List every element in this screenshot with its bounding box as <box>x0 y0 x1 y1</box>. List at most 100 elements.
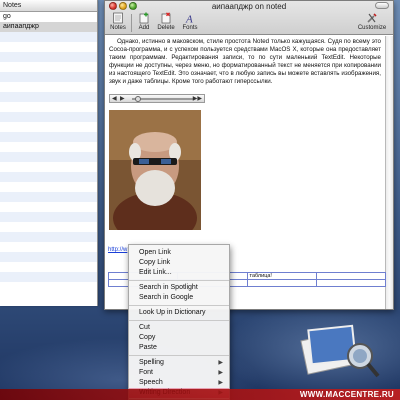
context-menu-item-edit-link[interactable]: Edit Link... <box>129 268 229 278</box>
fonts-button[interactable]: A Fonts <box>179 12 201 32</box>
notes-list-header[interactable]: Notes <box>0 0 97 12</box>
notes-list-empty-row <box>0 62 97 72</box>
context-menu-item-copy-link[interactable]: Copy Link <box>129 258 229 268</box>
embedded-photo[interactable] <box>109 110 201 230</box>
note-body-text[interactable]: Однако, истинно в маковском, стиле прост… <box>109 38 381 86</box>
notes-list-empty-row <box>0 132 97 142</box>
context-menu-item-speech[interactable]: Speech ▶ <box>129 378 229 388</box>
notes-list-empty-row <box>0 142 97 152</box>
context-menu-item-look-up-in-dictionary[interactable]: Look Up in Dictionary <box>129 308 229 318</box>
svg-text:A: A <box>185 14 193 25</box>
customize-icon <box>367 13 377 23</box>
notes-list-empty-row <box>0 192 97 202</box>
notes-list-empty-row <box>0 222 97 232</box>
notes-list-empty-row <box>0 242 97 252</box>
audio-progress-track[interactable] <box>132 96 194 102</box>
add-button[interactable]: Add <box>133 12 155 31</box>
fonts-icon: A <box>185 14 193 25</box>
notes-list-empty-row <box>0 52 97 62</box>
delete-icon <box>161 12 171 24</box>
menu-separator <box>129 355 229 356</box>
context-menu-item-open-link[interactable]: Open Link <box>129 248 229 258</box>
menu-separator <box>129 280 229 281</box>
fast-forward-icon[interactable]: ▶▶ <box>193 96 202 102</box>
delete-button[interactable]: Delete <box>155 12 177 31</box>
window-title: аипаапджр on noted <box>211 2 287 11</box>
submenu-arrow-icon: ▶ <box>218 380 223 386</box>
notes-list-item[interactable]: аипаапджр <box>0 22 97 32</box>
notes-list-empty-row <box>0 232 97 242</box>
context-menu-item-label: Copy <box>139 334 156 341</box>
notes-list-empty-row <box>0 202 97 212</box>
notes-list-empty-row <box>0 272 97 282</box>
context-menu-item-label: Search in Google <box>139 294 194 301</box>
context-menu-item-label: Open Link <box>139 249 171 256</box>
context-menu-item-label: Font <box>139 369 154 376</box>
notes-list-empty-row <box>0 82 97 92</box>
context-menu[interactable]: Open Link Copy Link Edit Link... Search in … <box>128 244 230 400</box>
audio-progress-thumb[interactable] <box>135 96 142 102</box>
context-menu-item-label: Search in Spotlight <box>139 284 198 291</box>
menu-separator <box>129 305 229 306</box>
notes-list-empty-row <box>0 102 97 112</box>
notes-list-empty-row <box>0 252 97 262</box>
notes-list-empty-row <box>0 42 97 52</box>
audio-player[interactable]: ◀ ▶ ▶▶ <box>109 94 205 103</box>
submenu-arrow-icon: ▶ <box>218 370 223 376</box>
portrait-image <box>109 110 201 230</box>
notes-list-empty-row <box>0 172 97 182</box>
notes-button-label: Notes <box>110 25 126 31</box>
table-cell[interactable]: таблица! <box>246 272 317 280</box>
add-icon <box>139 12 149 24</box>
notes-list-empty-row <box>0 212 97 222</box>
notes-list-empty-row <box>0 262 97 272</box>
title-bar[interactable]: аипаапджр on noted <box>105 1 393 12</box>
context-menu-item-label: Spelling <box>139 359 164 366</box>
add-button-label: Add <box>138 25 150 31</box>
context-menu-item-spelling[interactable]: Spelling ▶ <box>129 358 229 368</box>
context-menu-item-label: Cut <box>139 324 150 331</box>
notes-list-item[interactable]: go <box>0 12 97 22</box>
notes-list-empty-row <box>0 112 97 122</box>
notes-list-empty-row <box>0 32 97 42</box>
preview-icon[interactable] <box>298 318 380 378</box>
context-menu-item-label: Look Up in Dictionary <box>139 309 206 316</box>
vertical-scrollbar[interactable] <box>385 36 393 309</box>
context-menu-item-font[interactable]: Font ▶ <box>129 368 229 378</box>
toolbar-toggle-button[interactable] <box>375 2 389 9</box>
volume-icon[interactable]: ▶ <box>120 96 125 102</box>
menu-separator <box>129 320 229 321</box>
notes-list-empty-row <box>0 182 97 192</box>
notes-icon <box>113 12 123 24</box>
context-menu-item-paste[interactable]: Paste <box>129 343 229 353</box>
context-menu-item-copy[interactable]: Copy <box>129 333 229 343</box>
submenu-arrow-icon: ▶ <box>218 360 223 366</box>
context-menu-item-search-in-spotlight[interactable]: Search in Spotlight <box>129 283 229 293</box>
notes-list-empty-row <box>0 92 97 102</box>
table-cell[interactable] <box>246 279 317 287</box>
fonts-button-label: Fonts <box>182 25 198 31</box>
delete-button-label: Delete <box>157 25 175 31</box>
notes-list-empty-row <box>0 162 97 172</box>
watermark: WWW.MACCENTRE.RU <box>0 389 400 400</box>
toolbar-separator <box>131 14 132 32</box>
play-icon[interactable]: ◀ <box>112 96 118 102</box>
notes-button[interactable]: Notes <box>107 12 129 31</box>
table-cell[interactable] <box>315 279 387 287</box>
hyperlink[interactable]: http://w <box>108 247 127 253</box>
notes-list-empty-row <box>0 72 97 82</box>
table-cell[interactable] <box>315 272 387 280</box>
notes-drawer: Notes go аипаапджр <box>0 0 98 306</box>
customize-button-label: Customize <box>357 25 387 31</box>
notes-list-empty-row <box>0 282 97 292</box>
customize-button[interactable]: Customize <box>357 12 387 31</box>
context-menu-item-label: Copy Link <box>139 259 171 266</box>
context-menu-item-cut[interactable]: Cut <box>129 323 229 333</box>
notes-list-empty-row <box>0 152 97 162</box>
notes-list-empty-row <box>0 122 97 132</box>
context-menu-item-search-in-google[interactable]: Search in Google <box>129 293 229 303</box>
context-menu-item-label: Speech <box>139 379 163 386</box>
context-menu-item-label: Edit Link... <box>139 269 172 276</box>
context-menu-item-label: Paste <box>139 344 157 351</box>
table-cell-text: таблица! <box>249 273 272 279</box>
